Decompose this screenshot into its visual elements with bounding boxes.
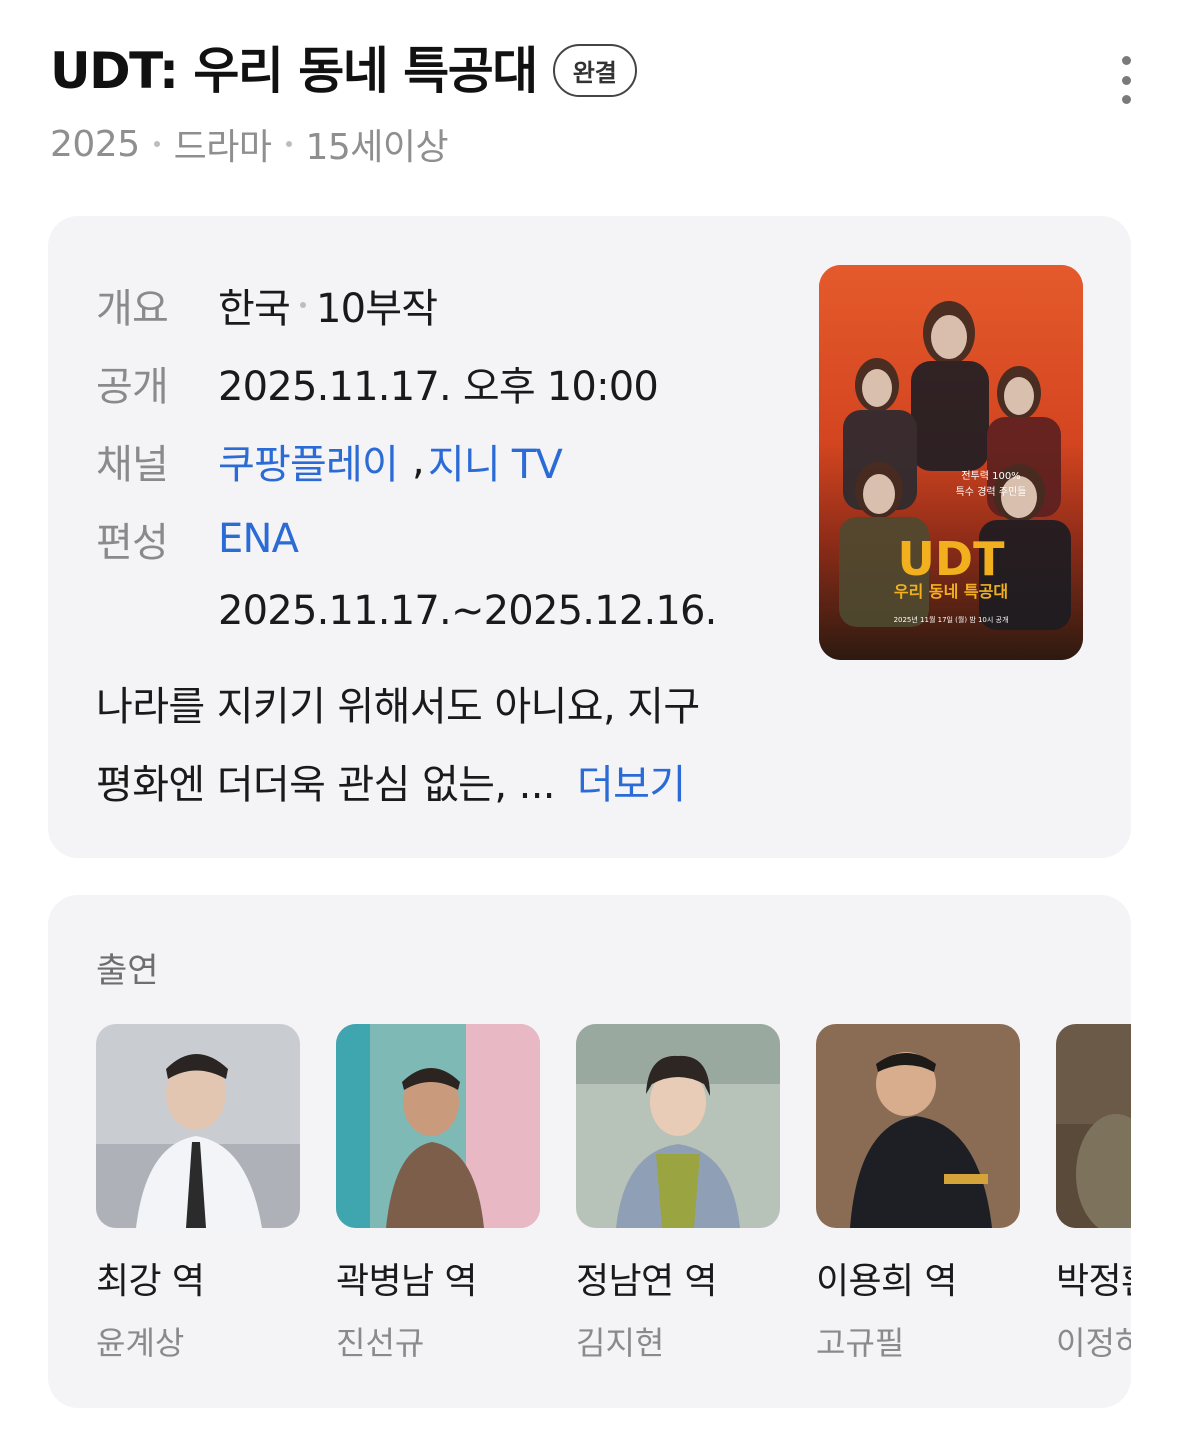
meta-rating: 15세이상 [305, 127, 449, 168]
more-vertical-icon-dot [1121, 56, 1131, 65]
poster-date: 2025년 11월 17일 (월) 밤 10시 공개 [894, 615, 1009, 624]
cast-role: 최강 역 [96, 1261, 205, 1302]
more-vertical-icon-dot [1121, 95, 1131, 104]
overview-label: 개요 [96, 286, 169, 332]
cast-photo [336, 1024, 540, 1228]
poster-subtitle: 우리 동네 특공대 [894, 582, 1008, 601]
cast-item[interactable]: 박정환 이정하 [1056, 1024, 1131, 1364]
cast-actor: 진선규 [336, 1324, 425, 1362]
cast-role: 이용희 역 [816, 1261, 958, 1302]
channel-link-coupangplay[interactable]: 쿠팡플레이 [218, 432, 399, 490]
poster-logo: UDT [898, 532, 1006, 586]
cast-actor: 이정하 [1056, 1324, 1131, 1362]
cast-role: 박정환 [1056, 1261, 1131, 1302]
cast-photo [576, 1024, 780, 1228]
description-line-2-container: 평화엔 더더욱 관심 없는, ... 더보기 [96, 746, 796, 824]
description: 나라를 지키기 위해서도 아니요, 지구 평화엔 더더욱 관심 없는, ... 더… [96, 668, 796, 824]
network-link-ena[interactable]: ENA [218, 516, 299, 562]
schedule-label: 편성 [96, 520, 169, 566]
cast-card: 출연 최강 역 윤계상 곽병남 역 진선규 정남연 역 김지현 이용희 역 고규… [48, 895, 1131, 1408]
poster-tagline-1: 전투력 100% [961, 470, 1020, 482]
info-card: 개요 한국 10부작 공개 2025.11.17. 오후 10:00 채널 쿠팡… [48, 216, 1131, 858]
poster-art: 전투력 100% 특수 경력 주민들 UDT 우리 동네 특공대 2025년 1… [819, 265, 1083, 660]
cast-item[interactable]: 이용희 역 고규필 [816, 1024, 1020, 1364]
separator-dot [285, 141, 292, 147]
meta-year: 2025 [50, 123, 140, 165]
cast-photo [1056, 1024, 1131, 1228]
overview-row: 개요 한국 10부작 [96, 276, 438, 334]
cast-photo [96, 1024, 300, 1228]
channel-row: 채널 쿠팡플레이 , 지니 TV [96, 432, 563, 490]
channel-label: 채널 [96, 442, 169, 488]
header: UDT: 우리 동네 특공대 완결 [50, 44, 637, 97]
separator-dot [300, 302, 306, 308]
more-vertical-icon-dot [1121, 75, 1131, 85]
cast-item[interactable]: 정남연 역 김지현 [576, 1024, 780, 1364]
schedule-period: 2025.11.17.~2025.12.16. [218, 588, 717, 634]
cast-item[interactable]: 곽병남 역 진선규 [336, 1024, 540, 1364]
cast-item[interactable]: 최강 역 윤계상 [96, 1024, 300, 1364]
page-title: UDT: 우리 동네 특공대 [50, 41, 538, 100]
channel-separator: , [412, 438, 425, 484]
cast-role: 곽병남 역 [336, 1261, 478, 1302]
cast-role: 정남연 역 [576, 1261, 718, 1302]
schedule-row: 편성 ENA [96, 510, 299, 568]
drama-poster[interactable]: 전투력 100% 특수 경력 주민들 UDT 우리 동네 특공대 2025년 1… [819, 265, 1083, 660]
overview-episodes: 10부작 [316, 286, 438, 332]
meta-info: 2025 드라마 15세이상 [50, 118, 449, 170]
meta-genre: 드라마 [173, 127, 272, 168]
separator-dot [153, 141, 160, 147]
status-badge: 완결 [552, 44, 637, 97]
cast-photo [816, 1024, 1020, 1228]
cast-actor: 고규필 [816, 1324, 905, 1362]
release-value: 2025.11.17. 오후 10:00 [218, 364, 659, 410]
schedule-period-row: 2025.11.17.~2025.12.16. [218, 588, 717, 634]
overview-country: 한국 [218, 286, 291, 332]
description-line-2: 평화엔 더더욱 관심 없는, ... [96, 762, 556, 808]
channel-link-genie-tv[interactable]: 지니 TV [428, 432, 563, 490]
more-options-button[interactable] [1106, 56, 1146, 104]
description-line-1: 나라를 지키기 위해서도 아니요, 지구 [96, 684, 700, 730]
cast-heading: 출연 [96, 951, 159, 991]
cast-list[interactable]: 최강 역 윤계상 곽병남 역 진선규 정남연 역 김지현 이용희 역 고규필 박… [96, 1024, 1131, 1394]
release-label: 공개 [96, 364, 169, 410]
cast-actor: 윤계상 [96, 1324, 185, 1362]
release-row: 공개 2025.11.17. 오후 10:00 [96, 354, 659, 412]
cast-actor: 김지현 [576, 1324, 665, 1362]
poster-tagline-2: 특수 경력 주민들 [956, 485, 1027, 498]
more-description-link[interactable]: 더보기 [577, 762, 686, 808]
